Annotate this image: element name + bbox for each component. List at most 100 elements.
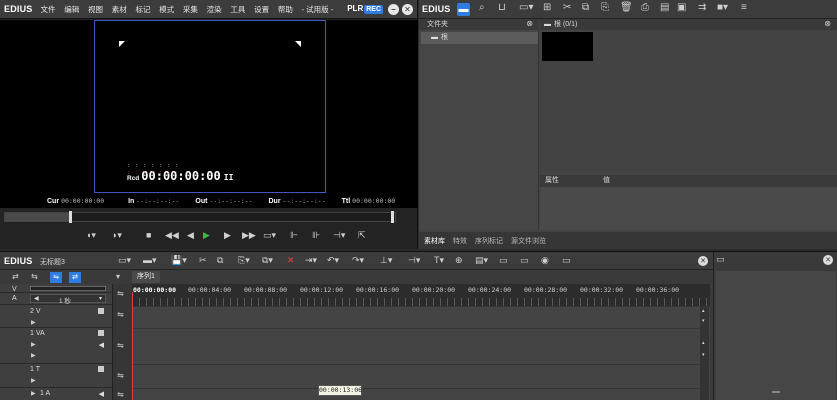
insert-icon[interactable]: ⊩: [290, 231, 298, 240]
layout-icon[interactable]: ⇉: [698, 3, 706, 13]
redo-icon[interactable]: ↷▾: [352, 256, 364, 265]
copy-icon[interactable]: ⧉: [582, 3, 589, 13]
folder-root-item[interactable]: ▬ 根: [421, 32, 538, 44]
tab-source-browser[interactable]: 源文件浏览: [511, 236, 546, 246]
audio-icon[interactable]: ⊕: [455, 256, 463, 265]
tab-effects[interactable]: 特效: [453, 236, 467, 246]
play-icon[interactable]: ▶: [203, 231, 210, 240]
speaker-icon[interactable]: ◀: [99, 390, 104, 398]
playhead[interactable]: [132, 292, 133, 400]
expand-arrow-icon[interactable]: ▶: [31, 377, 36, 384]
tab-sequence-markers[interactable]: 序列标记: [475, 236, 503, 246]
export-icon[interactable]: ⇱: [358, 231, 366, 240]
sync-lock-icon[interactable]: ⇋: [50, 272, 62, 283]
track-header-1t[interactable]: 1 T ▶: [0, 364, 112, 388]
track-visibility-icon[interactable]: [98, 330, 104, 336]
save-project-icon[interactable]: 💾▾: [171, 256, 187, 265]
info-icon[interactable]: ▣: [677, 3, 686, 13]
track-header-1va[interactable]: 1 VA ▶ ◀ ▶: [0, 328, 112, 364]
cut-icon[interactable]: ✂: [563, 3, 571, 13]
up-folder-icon[interactable]: ⊔: [498, 3, 506, 13]
patch-icon[interactable]: ⇋: [117, 290, 124, 298]
menu-tools[interactable]: 工具: [230, 5, 245, 14]
track-area[interactable]: [133, 306, 710, 400]
menu-marker[interactable]: 标记: [135, 5, 150, 14]
preview-icon[interactable]: ▭: [562, 256, 571, 265]
menu-view[interactable]: 视图: [88, 5, 103, 14]
expand-arrow-icon[interactable]: ▶: [31, 341, 36, 348]
marker-icon[interactable]: ⊥▾: [380, 256, 392, 265]
menu-edit[interactable]: 编辑: [64, 5, 79, 14]
timeline-close-icon[interactable]: ✕: [698, 256, 708, 266]
time-ruler[interactable]: 00:00:00:00 00:00:04:00 00:00:08:00 00:0…: [132, 284, 710, 306]
panel-close-icon[interactable]: ✕: [823, 255, 833, 265]
mode-icon[interactable]: ▭▾: [118, 256, 131, 265]
minimize-button[interactable]: –: [388, 4, 399, 15]
clip-mode-icon[interactable]: ⇆: [31, 273, 38, 281]
track-visibility-icon[interactable]: [98, 308, 104, 314]
tab-bin[interactable]: 素材库: [424, 236, 445, 246]
track-header-1a[interactable]: ▶ 1 A ◀: [0, 388, 112, 400]
close-clips-icon[interactable]: ⊗: [824, 20, 831, 28]
search-icon[interactable]: ⌕: [479, 3, 485, 13]
scale-dropdown[interactable]: ◀ 1 秒 ▾: [30, 294, 106, 305]
delete-icon[interactable]: 🗑: [620, 3, 633, 13]
ripple-icon[interactable]: ⇥▾: [305, 256, 317, 265]
paste-icon[interactable]: ⎘▾: [238, 256, 250, 265]
menu-icon[interactable]: ≡: [741, 3, 747, 13]
patch-icon[interactable]: ⇋: [117, 372, 124, 380]
patch-icon[interactable]: ⇋: [117, 342, 124, 350]
scroll-up-icon[interactable]: ▴: [702, 340, 705, 346]
output-icon[interactable]: ⊣▾: [333, 231, 345, 240]
expand-arrow-icon[interactable]: ▶: [31, 352, 36, 359]
menu-render[interactable]: 渲染: [207, 5, 222, 14]
title-icon[interactable]: T▾: [434, 256, 444, 265]
slider-handle[interactable]: [69, 211, 72, 223]
plr-label[interactable]: PLR: [347, 4, 363, 13]
scale-left-arrow-icon[interactable]: ◀: [34, 295, 39, 302]
zoom-slider[interactable]: [30, 286, 106, 291]
send-icon[interactable]: ⎙: [641, 3, 649, 13]
paste-icon[interactable]: ⎘: [601, 3, 609, 13]
speaker-icon[interactable]: ◀: [99, 341, 104, 349]
expand-arrow-icon[interactable]: ▶: [31, 390, 36, 397]
folder-view-icon[interactable]: ▬: [457, 3, 470, 16]
delete-icon[interactable]: ✕: [287, 256, 295, 265]
chevron-down-icon[interactable]: ▾: [99, 295, 102, 302]
menu-help[interactable]: 帮助: [278, 5, 293, 14]
cut-icon[interactable]: ✂: [199, 256, 207, 265]
menu-file[interactable]: 文件: [41, 5, 56, 14]
menu-mode[interactable]: 模式: [159, 5, 174, 14]
vertical-scrollbar[interactable]: ▴ ▾ ▴ ▾: [700, 306, 709, 400]
overwrite-icon[interactable]: ⊪: [312, 231, 320, 240]
view-mode-icon[interactable]: ■▾: [717, 3, 728, 13]
properties-icon[interactable]: ▤: [660, 3, 669, 13]
snap-icon[interactable]: ▭: [520, 256, 529, 265]
scroll-down-icon[interactable]: ▾: [702, 318, 705, 324]
loop-icon[interactable]: ▭▾: [263, 231, 276, 240]
rewind-icon[interactable]: ◀◀: [165, 231, 179, 240]
link-icon[interactable]: ⇄: [69, 272, 81, 283]
replace-icon[interactable]: ⧉▾: [262, 256, 273, 265]
patch-icon[interactable]: ⇋: [117, 311, 124, 319]
menu-settings[interactable]: 设置: [254, 5, 269, 14]
step-back-icon[interactable]: ◀: [187, 231, 194, 240]
step-forward-icon[interactable]: ▶: [224, 231, 231, 240]
menu-capture[interactable]: 采集: [183, 5, 198, 14]
stop-icon[interactable]: ■: [146, 231, 151, 240]
scroll-down-icon[interactable]: ▾: [702, 352, 705, 358]
position-slider[interactable]: [4, 211, 396, 223]
set-out-icon[interactable]: ◗▾: [112, 231, 122, 240]
expand-arrow-icon[interactable]: ▶: [31, 319, 36, 326]
patch-icon[interactable]: ⇋: [117, 391, 124, 399]
set-in-icon[interactable]: ◖▾: [86, 231, 96, 240]
open-clip-icon[interactable]: ▭▾: [519, 3, 533, 13]
scroll-up-icon[interactable]: ▴: [702, 308, 705, 314]
fast-forward-icon[interactable]: ▶▶: [242, 231, 256, 240]
track-header-v[interactable]: V: [0, 284, 112, 293]
close-button[interactable]: ✕: [402, 4, 413, 15]
copy-icon[interactable]: ⧉: [217, 256, 223, 265]
add-sequence-icon[interactable]: ▾: [116, 273, 120, 281]
clip-thumbnail[interactable]: [542, 32, 593, 61]
open-project-icon[interactable]: ▬▾: [143, 256, 157, 265]
